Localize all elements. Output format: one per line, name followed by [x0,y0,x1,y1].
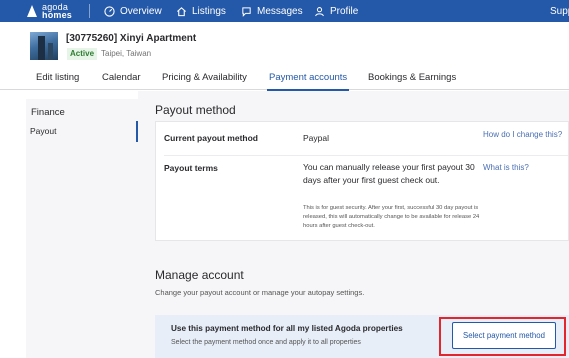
main-content: Payout method Current payout method Payp… [138,91,569,358]
home-icon [177,6,186,16]
payout-terms-label: Payout terms [164,163,218,173]
tab-bookings-earnings[interactable]: Bookings & Earnings [368,66,456,90]
sidebar-item-payout[interactable]: Payout [26,121,138,142]
nav-item-label: Profile [330,5,359,17]
tab-calendar[interactable]: Calendar [102,66,141,90]
top-navigation-bar: agoda homes Overview Listings Messages P… [0,0,569,22]
payout-method-card: Current payout method Paypal How do I ch… [155,121,569,241]
current-payout-label: Current payout method [164,133,258,143]
agoda-homes-logo-icon [26,4,38,18]
apply-all-title: Use this payment method for all my liste… [171,324,403,333]
sidebar-item-label: Payout [30,126,57,136]
apply-all-subtitle: Select the payment method once and apply… [171,339,361,346]
overview-icon [104,5,115,17]
manage-account-subtitle: Change your payout account or manage you… [155,288,365,297]
finance-sidebar: Finance Payout [26,99,138,358]
nav-divider [89,4,90,18]
property-title: [30775260] Xinyi Apartment [66,33,197,44]
nav-item-label: Supp [550,5,569,17]
sidebar-heading: Finance [31,107,65,118]
brand-text: agoda homes [42,3,73,20]
person-icon [315,6,324,16]
manage-account-title: Manage account [155,268,244,282]
nav-item-label: Overview [120,5,162,17]
how-to-change-link[interactable]: How do I change this? [483,129,565,140]
nav-item-label: Listings [192,5,226,17]
nav-item-label: Messages [257,5,303,17]
nav-item-overview[interactable]: Overview [104,0,162,22]
listing-tabs: Edit listing Calendar Pricing & Availabi… [0,66,569,91]
apply-all-properties-card: Use this payment method for all my liste… [155,315,569,358]
tab-pricing-availability[interactable]: Pricing & Availability [162,66,247,90]
chat-icon [242,6,251,17]
status-badge: Active [67,48,98,60]
nav-item-support[interactable]: Supp [550,0,569,22]
agoda-homes-logo[interactable]: agoda homes [26,1,72,21]
row-divider [164,155,568,156]
payout-method-title: Payout method [155,103,236,117]
property-thumbnail [30,32,58,60]
nav-item-messages[interactable]: Messages [241,0,303,22]
select-payment-method-button[interactable]: Select payment method [452,322,556,349]
payout-terms-text: You can manually release your first payo… [303,162,475,185]
tab-payment-accounts[interactable]: Payment accounts [266,66,350,91]
what-is-this-link[interactable]: What is this? [483,162,529,173]
tab-edit-listing[interactable]: Edit listing [36,66,79,90]
brand-line-2: homes [42,10,73,20]
nav-item-listings[interactable]: Listings [176,0,226,22]
payout-terms-note: This is for guest security. After your f… [303,205,480,229]
current-payout-value: Paypal [303,133,329,143]
property-location: Taipei, Taiwan [101,49,152,58]
nav-item-profile[interactable]: Profile [314,0,358,22]
